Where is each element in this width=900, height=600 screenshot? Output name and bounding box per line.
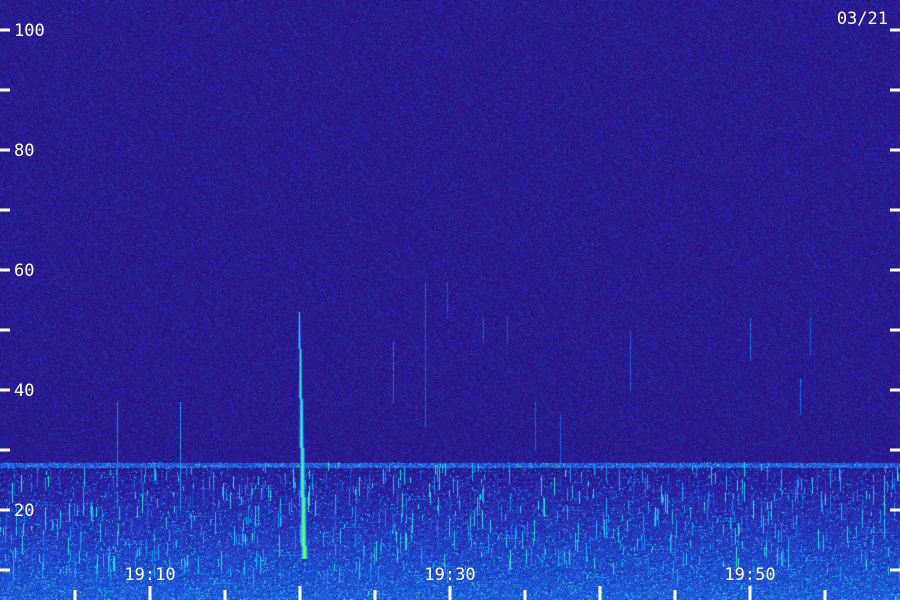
y-tick-label: 40 bbox=[14, 381, 34, 401]
x-tick-label: 19:10 bbox=[124, 565, 175, 585]
x-tick-label: 19:30 bbox=[424, 565, 475, 585]
y-tick-label: 80 bbox=[14, 141, 34, 161]
spectrogram-image bbox=[0, 0, 900, 600]
date-label: 03/21 bbox=[837, 9, 888, 29]
y-tick-label: 20 bbox=[14, 501, 34, 521]
y-tick-label: 60 bbox=[14, 261, 34, 281]
y-tick-label: 100 bbox=[14, 21, 45, 41]
x-tick-label: 19:50 bbox=[724, 565, 775, 585]
spectrogram-chart: 100 80 60 40 20 19:10 19:30 19:50 03/21 bbox=[0, 0, 900, 600]
